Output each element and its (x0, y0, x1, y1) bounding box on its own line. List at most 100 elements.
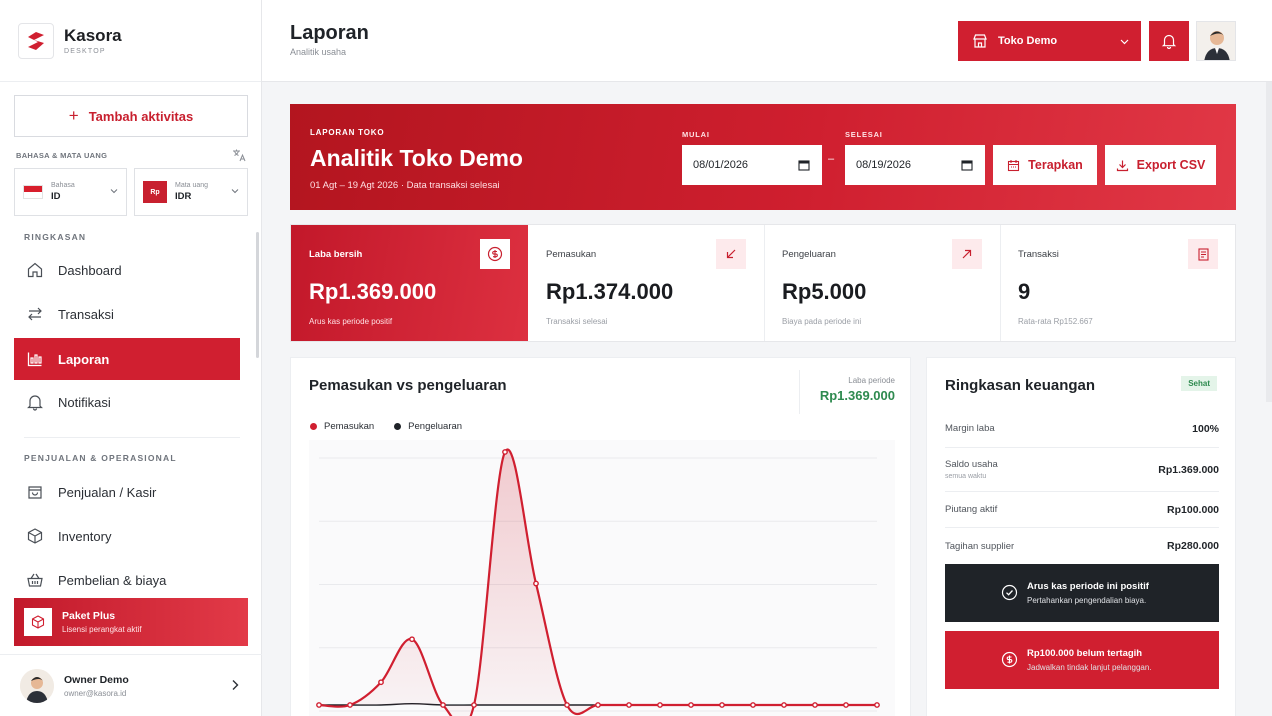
alert-unbilled[interactable]: Rp100.000 belum tertagih Jadwalkan tinda… (945, 631, 1219, 689)
data-point (471, 702, 477, 708)
summary-key: Saldo usaha semua waktu (945, 459, 998, 480)
calendar-icon (1008, 159, 1020, 171)
start-date-value: 08/01/2026 (693, 159, 749, 171)
sidebar-item-laporan[interactable]: Laporan (14, 338, 240, 380)
legend-label: Pengeluaran (408, 421, 463, 432)
dollar-circle-icon (1001, 651, 1018, 668)
receipt-icon (1188, 239, 1218, 269)
sidebar-scrollbar[interactable] (256, 232, 259, 358)
legend-dot (394, 423, 402, 430)
apply-label: Terapkan (1028, 158, 1083, 172)
apply-button[interactable]: Terapkan (993, 145, 1097, 185)
stat-card-transaksi[interactable]: Transaksi 9 Rata-rata Rp152.667 (1000, 225, 1236, 341)
page-scrollbar[interactable] (1266, 82, 1272, 402)
data-point (533, 580, 539, 587)
sidebar-item-notifikasi[interactable]: Notifikasi (14, 381, 240, 423)
translate-icon[interactable] (232, 148, 246, 162)
profile-email: owner@kasora.id (64, 688, 127, 698)
language-mini-label: Bahasa (51, 182, 75, 189)
data-point (626, 702, 632, 708)
period-profit-value: Rp1.369.000 (819, 388, 895, 403)
chevron-down-icon (110, 189, 118, 194)
package-icon (24, 608, 52, 636)
language-value: ID (51, 191, 61, 202)
sidebar-item-dashboard[interactable]: Dashboard (14, 249, 240, 291)
chevron-down-icon (1120, 39, 1129, 45)
sidebar: Kasora DESKTOP + Tambah aktivitas BAHASA… (0, 0, 262, 716)
stat-note: Transaksi selesai (546, 317, 608, 326)
start-date-input[interactable]: 08/01/2026 (682, 145, 822, 185)
stat-card-pengeluaran[interactable]: Pengeluaran Rp5.000 Biaya pada periode i… (764, 225, 1000, 341)
alert-title: Arus kas periode ini positif (1027, 581, 1149, 592)
legend-item[interactable]: Pengeluaran (394, 421, 462, 432)
box-icon (27, 528, 43, 544)
sidebar-item-label: Inventory (58, 528, 112, 544)
export-csv-button[interactable]: Export CSV (1105, 145, 1216, 185)
stat-label: Pengeluaran (782, 249, 836, 260)
data-point (316, 702, 322, 708)
banner-title: Analitik Toko Demo (310, 145, 523, 171)
alert-positive-cashflow[interactable]: Arus kas periode ini positif Pertahankan… (945, 564, 1219, 622)
brand[interactable]: Kasora DESKTOP (0, 0, 261, 82)
avatar (20, 668, 54, 703)
page-subtitle: Analitik usaha (290, 47, 347, 57)
summary-value: 100% (1192, 422, 1219, 435)
language-select[interactable]: Bahasa ID (14, 168, 127, 216)
summary-row-piutang: Piutang aktif Rp100.000 (945, 492, 1219, 528)
indonesia-flag-icon (23, 185, 43, 199)
arrow-up-right-icon (952, 239, 982, 269)
plan-card[interactable]: Paket Plus Lisensi perangkat aktif (14, 598, 248, 646)
store-select[interactable]: Toko Demo (958, 21, 1141, 61)
plus-icon: + (68, 106, 79, 125)
end-date-label: SELESAI (845, 130, 883, 139)
dollar-circle-icon (480, 239, 510, 269)
end-date-input[interactable]: 08/19/2026 (845, 145, 985, 185)
stat-card-pemasukan[interactable]: Pemasukan Rp1.374.000 Transaksi selesai (528, 225, 764, 341)
header-avatar[interactable] (1196, 21, 1236, 61)
data-point (874, 702, 880, 708)
financial-summary-panel: Ringkasan keuangan Sehat Margin laba 100… (926, 357, 1236, 716)
data-point (409, 636, 415, 643)
summary-row-tagihan: Tagihan supplier Rp280.000 (945, 528, 1219, 564)
sidebar-item-label: Penjualan / Kasir (58, 484, 157, 500)
data-point (719, 702, 725, 708)
user-profile[interactable]: Owner Demo owner@kasora.id (0, 654, 262, 716)
sidebar-item-label: Transaksi (58, 306, 114, 322)
data-point (347, 702, 353, 708)
data-point (595, 702, 601, 708)
currency-mini-label: Mata uang (175, 182, 209, 189)
period-profit-label: Laba periode (848, 376, 895, 385)
chevron-down-icon (231, 189, 239, 194)
chart-title: Pemasukan vs pengeluaran (309, 377, 507, 394)
sidebar-item-transaksi[interactable]: Transaksi (14, 293, 240, 335)
legend-item[interactable]: Pemasukan (310, 421, 374, 432)
sidebar-item-label: Pembelian & biaya (58, 572, 167, 588)
summary-value: Rp100.000 (1167, 503, 1219, 516)
notification-button[interactable] (1149, 21, 1189, 61)
stats-row: Laba bersih Rp1.369.000 Arus kas periode… (290, 224, 1236, 342)
sidebar-item-label: Notifikasi (58, 394, 111, 410)
sidebar-item-inventory[interactable]: Inventory (14, 515, 240, 557)
currency-select[interactable]: Rp Mata uang IDR (134, 168, 248, 216)
banner-range: 01 Agt – 19 Agt 2026 · Data transaksi se… (310, 180, 500, 191)
add-activity-button[interactable]: + Tambah aktivitas (14, 95, 248, 137)
summary-row-margin: Margin laba 100% (945, 410, 1219, 448)
nav-divider (24, 437, 240, 438)
alert-sub: Jadwalkan tindak lanjut pelanggan. (1027, 663, 1152, 672)
currency-badge: Rp (143, 181, 167, 203)
data-point (657, 702, 663, 708)
legend-dot (310, 423, 317, 430)
line-chart[interactable] (309, 440, 895, 716)
export-label: Export CSV (1136, 158, 1206, 172)
stat-label: Transaksi (1018, 249, 1059, 260)
store-icon (973, 34, 987, 48)
sidebar-item-pembelian[interactable]: Pembelian & biaya (14, 559, 240, 601)
income-expense-chart-panel: Pemasukan vs pengeluaran Laba periode Rp… (290, 357, 911, 716)
summary-key-text: Saldo usaha (945, 459, 998, 470)
stat-card-laba[interactable]: Laba bersih Rp1.369.000 Arus kas periode… (291, 225, 528, 341)
bar-chart-icon (27, 352, 42, 367)
brand-name: Kasora (64, 26, 122, 45)
stat-value: Rp5.000 (782, 279, 867, 304)
sidebar-item-penjualan[interactable]: Penjualan / Kasir (14, 471, 240, 513)
stat-value: Rp1.374.000 (546, 279, 674, 304)
